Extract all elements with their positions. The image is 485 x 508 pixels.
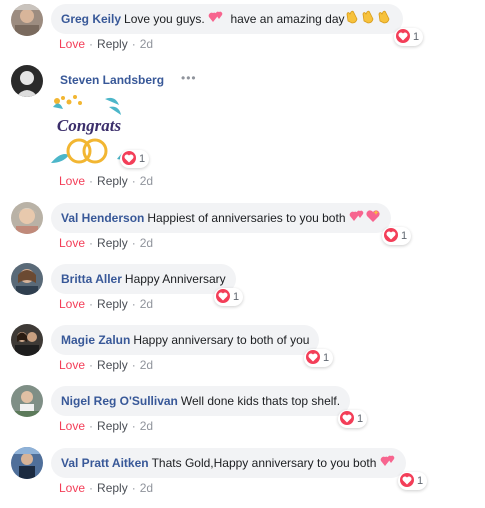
commenter-name[interactable]: Greg Keily: [61, 12, 121, 26]
avatar[interactable]: [11, 65, 43, 97]
separator: ·: [131, 174, 136, 188]
separator: ·: [89, 174, 94, 188]
separator: ·: [131, 358, 136, 372]
comment-actions: Love · Reply · 2d: [59, 419, 153, 433]
avatar[interactable]: [11, 447, 43, 479]
comment-text: Love you guys.: [124, 12, 205, 26]
commenter-name[interactable]: Steven Landsberg: [60, 73, 164, 87]
reaction-badge[interactable]: 1: [398, 472, 428, 490]
heart-reaction-icon: [340, 411, 354, 426]
commenter-name[interactable]: Nigel Reg O'Sullivan: [61, 394, 178, 408]
reaction-badge[interactable]: 1: [394, 28, 424, 46]
avatar[interactable]: [11, 263, 43, 295]
more-options-icon[interactable]: •••: [181, 71, 197, 85]
heart-reaction-icon: [400, 473, 414, 488]
separator: ·: [89, 419, 94, 433]
comment-actions: Love · Reply · 2d: [59, 297, 153, 311]
separator: ·: [131, 297, 136, 311]
reaction-count: 1: [357, 413, 364, 426]
heart-reaction-icon: [384, 228, 398, 243]
reaction-count: 1: [417, 475, 424, 488]
comment-bubble: Val Henderson Happiest of anniversaries t…: [51, 203, 391, 233]
love-link[interactable]: Love: [59, 419, 85, 433]
congrats-sticker: Congrats: [49, 93, 129, 171]
avatar[interactable]: [11, 324, 43, 356]
commenter-name[interactable]: Val Pratt Aitken: [61, 456, 149, 470]
separator: ·: [89, 481, 94, 495]
heart-reaction-icon: [396, 29, 410, 44]
comment-bubble: Britta Aller Happy Anniversary: [51, 264, 236, 294]
love-link[interactable]: Love: [59, 37, 85, 51]
avatar[interactable]: [11, 202, 43, 234]
heart-reaction-icon: [216, 289, 230, 304]
separator: ·: [131, 236, 136, 250]
timestamp[interactable]: 2d: [140, 236, 153, 250]
reaction-badge[interactable]: 1: [304, 349, 334, 367]
separator: ·: [89, 236, 94, 250]
separator: ·: [131, 37, 136, 51]
sticker-text: Congrats: [57, 116, 122, 135]
love-link[interactable]: Love: [59, 297, 85, 311]
reaction-badge[interactable]: 1: [214, 288, 244, 306]
reaction-badge[interactable]: 1: [120, 150, 150, 168]
comment-actions: Love · Reply · 2d: [59, 481, 153, 495]
reply-link[interactable]: Reply: [97, 236, 128, 250]
comment-bubble: Nigel Reg O'Sullivan Well done kids thats…: [51, 386, 351, 416]
heart-reaction-icon: [306, 350, 320, 365]
wedding-rings-icon: Congrats: [51, 95, 129, 164]
separator: ·: [131, 481, 136, 495]
timestamp[interactable]: 2d: [140, 37, 153, 51]
timestamp[interactable]: 2d: [140, 481, 153, 495]
timestamp[interactable]: 2d: [140, 297, 153, 311]
reply-link[interactable]: Reply: [97, 174, 128, 188]
comment-bubble: Magie Zalun Happy anniversary to both of …: [51, 325, 320, 355]
avatar[interactable]: [11, 4, 43, 36]
reply-link[interactable]: Reply: [97, 358, 128, 372]
love-link[interactable]: Love: [59, 174, 85, 188]
reply-link[interactable]: Reply: [97, 419, 128, 433]
comment-actions: Love · Reply · 2d: [59, 236, 153, 250]
comment-actions: Love · Reply · 2d: [59, 358, 153, 372]
comment-text: Happy anniversary to both of you: [133, 333, 310, 347]
reaction-count: 1: [139, 153, 146, 166]
reaction-badge[interactable]: 1: [338, 410, 368, 428]
reaction-count: 1: [233, 291, 240, 304]
two-hearts-icon: [380, 449, 396, 479]
separator: ·: [89, 37, 94, 51]
comment-actions: Love · Reply · 2d: [59, 37, 153, 51]
comment-bubble: Val Pratt Aitken Thats Gold,Happy anniver…: [51, 448, 406, 478]
love-link[interactable]: Love: [59, 358, 85, 372]
timestamp[interactable]: 2d: [140, 358, 153, 372]
sparkling-heart-icon: [365, 204, 381, 234]
two-hearts-icon: [349, 204, 365, 234]
two-hearts-icon: [208, 5, 224, 35]
love-link[interactable]: Love: [59, 236, 85, 250]
reaction-count: 1: [323, 352, 330, 365]
comment-bubble: Greg Keily Love you guys. have an amazing…: [51, 4, 403, 34]
reaction-count: 1: [413, 31, 420, 44]
timestamp[interactable]: 2d: [140, 174, 153, 188]
commenter-name[interactable]: Val Henderson: [61, 211, 144, 225]
comment-actions: Love · Reply · 2d: [59, 174, 153, 188]
reply-link[interactable]: Reply: [97, 37, 128, 51]
comment-text: Thats Gold,Happy anniversary to you both: [151, 456, 377, 470]
reaction-count: 1: [401, 230, 408, 243]
separator: ·: [89, 297, 94, 311]
comment-text-2: have an amazing day: [230, 12, 345, 26]
comment-text: Happy Anniversary: [124, 272, 226, 286]
love-link[interactable]: Love: [59, 481, 85, 495]
timestamp[interactable]: 2d: [140, 419, 153, 433]
separator: ·: [131, 419, 136, 433]
comment-text: Happiest of anniversaries to you both: [147, 211, 346, 225]
reaction-badge[interactable]: 1: [382, 227, 412, 245]
heart-reaction-icon: [122, 151, 136, 166]
commenter-name[interactable]: Magie Zalun: [61, 333, 130, 347]
clapping-hands-icon: [345, 5, 393, 35]
avatar[interactable]: [11, 385, 43, 417]
reply-link[interactable]: Reply: [97, 481, 128, 495]
commenter-name[interactable]: Britta Aller: [61, 272, 122, 286]
comment-text: Well done kids thats top shelf.: [180, 394, 341, 408]
reply-link[interactable]: Reply: [97, 297, 128, 311]
separator: ·: [89, 358, 94, 372]
